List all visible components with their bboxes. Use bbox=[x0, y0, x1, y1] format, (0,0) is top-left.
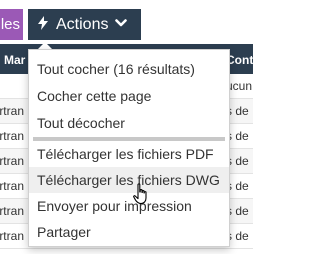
menu-item-label: Envoyer pour impression bbox=[37, 198, 192, 214]
table-cell: ertran bbox=[0, 154, 24, 168]
hand-pointer-icon bbox=[133, 183, 147, 205]
menu-item-check-all[interactable]: Tout cocher (16 résultats) bbox=[29, 56, 229, 82]
table-cell: ertran bbox=[0, 229, 24, 243]
menu-item-label: Tout cocher (16 résultats) bbox=[37, 61, 195, 77]
table-cell: s de bbox=[226, 104, 249, 118]
table-cell: ucun bbox=[226, 79, 253, 93]
table-cell: ertran bbox=[0, 179, 24, 193]
table-cell: ertran bbox=[0, 104, 24, 118]
menu-item-share[interactable]: Partager bbox=[29, 219, 229, 245]
menu-item-label: Télécharger les fichiers PDF bbox=[37, 146, 214, 162]
menu-caret bbox=[38, 42, 52, 49]
menu-item-check-page[interactable]: Cocher cette page bbox=[29, 83, 229, 109]
menu-item-label: Partager bbox=[37, 224, 91, 240]
table-cell: s de bbox=[226, 129, 249, 143]
column-header[interactable]: Mar bbox=[4, 53, 25, 67]
actions-button-label: Actions bbox=[56, 16, 109, 33]
menu-item-label: Télécharger les fichiers DWG bbox=[37, 172, 220, 188]
table-cell: s de bbox=[226, 179, 249, 193]
actions-button[interactable]: Actions bbox=[28, 9, 141, 40]
table-cell: s de bbox=[226, 229, 249, 243]
menu-item-uncheck-all[interactable]: Tout décocher bbox=[29, 110, 229, 136]
menu-item-send-print[interactable]: Envoyer pour impression bbox=[29, 193, 229, 219]
table-cell: s de bbox=[226, 154, 249, 168]
table-cell: ertran bbox=[0, 129, 24, 143]
table-cell: ertran bbox=[0, 204, 24, 218]
chevron-down-icon bbox=[115, 19, 128, 27]
previous-button-label: les bbox=[0, 16, 20, 33]
menu-item-download-dwg[interactable]: Télécharger les fichiers DWG bbox=[29, 167, 229, 193]
table-cell: s de bbox=[226, 204, 249, 218]
bolt-icon bbox=[38, 16, 48, 30]
toolbar: les Actions bbox=[0, 0, 253, 44]
previous-button[interactable]: les bbox=[0, 9, 23, 40]
column-header[interactable]: Cont bbox=[226, 53, 253, 67]
menu-item-label: Cocher cette page bbox=[37, 88, 152, 104]
menu-item-label: Tout décocher bbox=[37, 115, 125, 131]
menu-item-download-pdf[interactable]: Télécharger les fichiers PDF bbox=[29, 141, 229, 167]
actions-dropdown-menu: Tout cocher (16 résultats) Cocher cette … bbox=[28, 49, 230, 247]
